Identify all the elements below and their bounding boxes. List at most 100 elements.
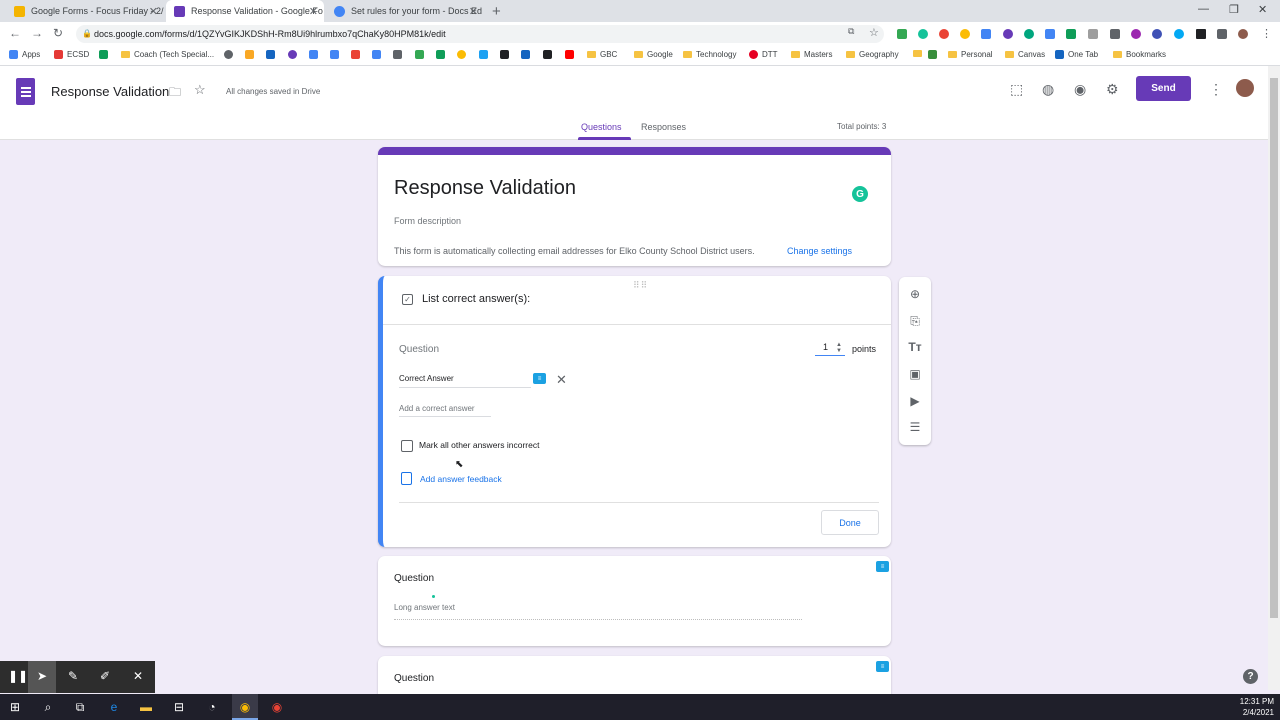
chrome-icon[interactable]: ◉: [237, 699, 253, 715]
extension-icon[interactable]: [1152, 29, 1162, 39]
store-icon[interactable]: ⊟: [171, 699, 187, 715]
translate-icon[interactable]: ⧉: [848, 26, 854, 37]
extension-icon[interactable]: [1196, 29, 1206, 39]
add-title-description-icon[interactable]: Tт: [908, 340, 922, 354]
app-icon[interactable]: ◔: [204, 699, 220, 715]
pause-icon[interactable]: ❚❚: [8, 669, 28, 683]
preview-eye-icon[interactable]: ◉: [1074, 81, 1086, 98]
close-toolbar-icon[interactable]: ✕: [133, 669, 143, 683]
extension-icon[interactable]: [1045, 29, 1055, 39]
tab-questions[interactable]: Questions: [581, 122, 622, 132]
new-tab-icon[interactable]: +: [492, 3, 501, 20]
extension-icon[interactable]: [1110, 29, 1120, 39]
bookmark-geography[interactable]: Geography: [846, 50, 899, 59]
settings-gear-icon[interactable]: ⚙: [1106, 81, 1119, 98]
bookmark-globe[interactable]: [224, 50, 233, 59]
bookmark-site[interactable]: [543, 50, 552, 59]
bookmark-twitter[interactable]: [479, 50, 488, 59]
search-icon[interactable]: ⌕: [40, 699, 56, 715]
extension-icon[interactable]: [939, 29, 949, 39]
grammarly-tag-icon[interactable]: ≡: [876, 661, 889, 672]
extension-icon[interactable]: [1174, 29, 1184, 39]
form-title-card[interactable]: Response Validation G Form description T…: [378, 147, 891, 266]
pointer-tool-icon[interactable]: ➤: [37, 669, 47, 683]
done-button[interactable]: Done: [821, 510, 879, 535]
bookmark-canvas[interactable]: Canvas: [1005, 50, 1045, 59]
answer-feedback-icon[interactable]: [401, 472, 412, 485]
add-correct-answer-field[interactable]: Add a correct answer: [399, 404, 491, 417]
addons-puzzle-icon[interactable]: ⬚: [1010, 81, 1023, 98]
extension-icon[interactable]: [1088, 29, 1098, 39]
scrollbar-thumb[interactable]: [1270, 78, 1278, 618]
chrome-icon[interactable]: ◉: [269, 699, 285, 715]
more-options-icon[interactable]: ⋮: [1209, 81, 1223, 98]
tab-responses[interactable]: Responses: [641, 122, 686, 132]
form-title[interactable]: Response Validation: [394, 177, 576, 200]
restore-window-icon[interactable]: ❐: [1229, 3, 1239, 16]
bookmark-site[interactable]: [436, 50, 445, 59]
drag-handle-icon[interactable]: ⠿⠿: [633, 280, 648, 291]
palette-icon[interactable]: ◍: [1042, 81, 1054, 98]
browser-tab-set-rules[interactable]: Set rules for your form - Docs Ed ✕: [326, 0, 484, 22]
bookmark-sheets[interactable]: [99, 50, 108, 59]
extension-icon[interactable]: [1131, 29, 1141, 39]
avatar[interactable]: [1236, 79, 1254, 97]
mark-incorrect-label[interactable]: Mark all other answers incorrect: [419, 440, 539, 450]
bookmark-youtube[interactable]: [565, 50, 574, 59]
bookmark-docs[interactable]: [309, 50, 318, 59]
bookmark-coach[interactable]: Coach (Tech Special...: [121, 50, 214, 59]
bookmark-personal[interactable]: Personal: [948, 50, 993, 59]
browser-menu-icon[interactable]: ⋮: [1261, 27, 1272, 40]
add-question-icon[interactable]: ⊕: [908, 287, 922, 301]
bookmark-site[interactable]: [372, 50, 381, 59]
bookmark-site[interactable]: [928, 50, 937, 59]
grammarly-icon[interactable]: G: [852, 186, 868, 202]
add-section-icon[interactable]: ☰: [908, 420, 922, 434]
add-image-icon[interactable]: ▣: [908, 367, 922, 381]
bookmark-site[interactable]: [330, 50, 339, 59]
bookmark-google[interactable]: Google: [634, 50, 673, 59]
taskbar-clock[interactable]: 12:31 PM 2/4/2021: [1232, 696, 1274, 718]
close-tab-icon[interactable]: ✕: [469, 5, 478, 18]
bookmark-site[interactable]: [521, 50, 530, 59]
help-icon[interactable]: ?: [1243, 669, 1258, 684]
import-questions-icon[interactable]: ⎘: [908, 314, 922, 328]
url-field[interactable]: 🔒 docs.google.com/forms/d/1QZYvGIKJKDShH…: [76, 25, 884, 43]
bookmark-ecsd[interactable]: ECSD: [54, 50, 89, 59]
answer-key-card[interactable]: ⠿⠿ ✓ List correct answer(s): Question 1 …: [378, 276, 891, 547]
google-forms-logo-icon[interactable]: [16, 78, 35, 105]
bookmark-site[interactable]: [500, 50, 509, 59]
task-view-icon[interactable]: ⧉: [72, 699, 88, 715]
add-video-icon[interactable]: ▶: [908, 394, 922, 408]
remove-answer-icon[interactable]: ✕: [556, 372, 567, 388]
extension-icon[interactable]: [1024, 29, 1034, 39]
grammarly-tag-icon[interactable]: ≡: [876, 561, 889, 572]
send-button[interactable]: Send: [1136, 76, 1191, 101]
question-title[interactable]: Question: [394, 673, 434, 684]
close-tab-icon[interactable]: ✕: [149, 5, 158, 18]
points-stepper-icon[interactable]: ▲ ▼: [836, 342, 842, 354]
change-settings-link[interactable]: Change settings: [787, 246, 852, 256]
bookmark-site[interactable]: [245, 50, 254, 59]
page-scrollbar[interactable]: [1268, 66, 1280, 690]
add-answer-feedback-link[interactable]: Add answer feedback: [420, 474, 502, 484]
question-title[interactable]: Question: [394, 573, 434, 584]
highlighter-tool-icon[interactable]: ✐: [100, 669, 110, 683]
close-window-icon[interactable]: ✕: [1258, 3, 1267, 16]
bookmark-shield[interactable]: [266, 50, 275, 59]
mark-incorrect-checkbox[interactable]: [401, 440, 413, 452]
browser-tab-focus-friday[interactable]: Google Forms - Focus Friday - 2/ ✕: [6, 0, 164, 22]
correct-answer-field[interactable]: Correct Answer: [399, 374, 531, 388]
bookmark-gmail[interactable]: [351, 50, 360, 59]
bookmark-star-icon[interactable]: ☆: [869, 26, 879, 39]
document-title[interactable]: Response Validation: [51, 84, 169, 99]
question-card[interactable]: Question ≡ Long answer text: [378, 556, 891, 646]
pen-tool-icon[interactable]: ✎: [68, 669, 78, 683]
bookmark-bookmarks[interactable]: Bookmarks: [1113, 50, 1166, 59]
bookmark-masters[interactable]: Masters: [791, 50, 832, 59]
file-explorer-icon[interactable]: ▬: [138, 699, 154, 715]
grammarly-extension-icon[interactable]: [918, 29, 928, 39]
windows-start-icon[interactable]: ⊞: [7, 699, 23, 715]
reload-icon[interactable]: ↻: [53, 26, 63, 40]
minimize-window-icon[interactable]: —: [1198, 3, 1209, 15]
